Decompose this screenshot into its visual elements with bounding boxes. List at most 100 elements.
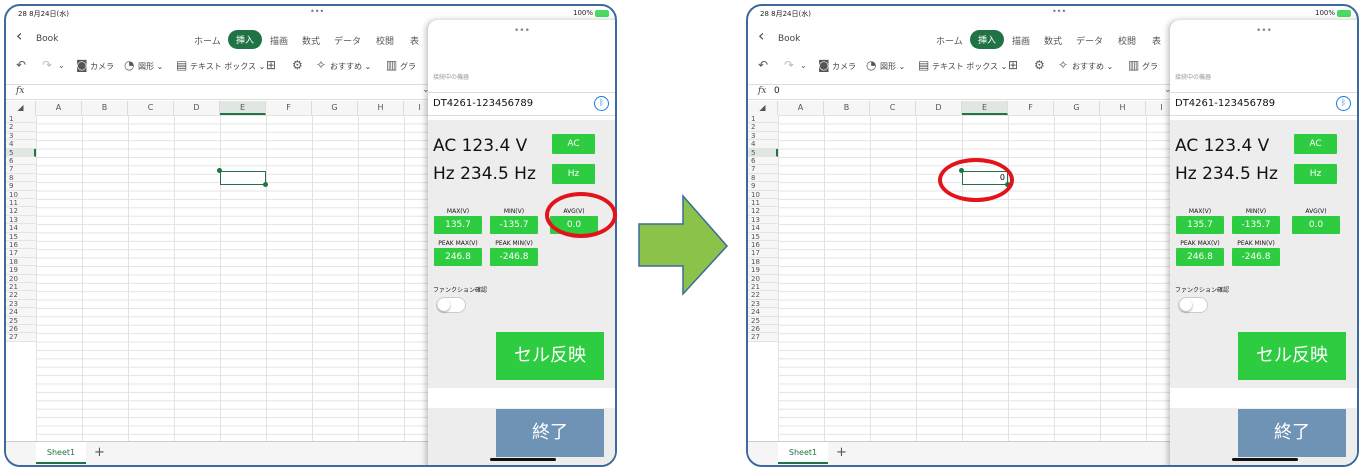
row-header[interactable]: 21 <box>6 283 36 292</box>
row-header[interactable]: 3 <box>6 131 36 141</box>
row-header[interactable]: 12 <box>6 207 36 216</box>
tab-review[interactable]: 校閲 <box>376 34 394 47</box>
textbox-button[interactable]: テキスト ボックス ⌄ <box>190 61 265 72</box>
row-header[interactable]: 9 <box>6 182 36 191</box>
column-header[interactable]: C <box>128 101 174 115</box>
textbox-button[interactable]: テキスト ボックス ⌄ <box>932 61 1007 72</box>
row-header[interactable]: 12 <box>748 207 778 216</box>
formula-value[interactable]: 0 <box>774 86 780 96</box>
row-header[interactable]: 19 <box>748 266 778 275</box>
row-header[interactable]: 6 <box>748 157 778 166</box>
peak-min-value[interactable]: -246.8 <box>490 248 538 266</box>
tab-insert[interactable]: 挿入 <box>228 30 263 49</box>
row-header[interactable]: 25 <box>6 316 36 325</box>
row-header[interactable]: 24 <box>748 308 778 317</box>
row-header[interactable]: 23 <box>748 299 778 309</box>
row-header[interactable]: 27 <box>6 333 36 342</box>
function-toggle[interactable] <box>436 297 466 313</box>
redo-icon[interactable]: ↷ <box>784 58 794 72</box>
panel-dots[interactable]: ••• <box>514 26 530 36</box>
shapes-button[interactable]: 図形 ⌄ <box>880 61 905 72</box>
row-header[interactable]: 22 <box>6 291 36 300</box>
row-header[interactable]: 19 <box>6 266 36 275</box>
column-header[interactable]: B <box>824 101 870 115</box>
tab-insert[interactable]: 挿入 <box>970 30 1005 49</box>
row-header[interactable]: 11 <box>6 199 36 208</box>
peak-min-value[interactable]: -246.8 <box>1232 248 1280 266</box>
min-value[interactable]: -135.7 <box>490 216 538 234</box>
column-header[interactable]: A <box>36 101 82 115</box>
back-chevron-icon[interactable]: ‹ <box>16 28 22 44</box>
row-header[interactable]: 7 <box>748 165 778 174</box>
row-header[interactable]: 27 <box>748 333 778 342</box>
selected-cell-e5[interactable] <box>220 171 266 185</box>
row-header[interactable]: 7 <box>6 165 36 174</box>
row-header[interactable]: 5 <box>748 148 778 157</box>
device-row[interactable]: DT4261-123456789 ᛒ <box>428 92 615 116</box>
tab-table[interactable]: 表 <box>1152 34 1161 47</box>
column-header[interactable]: G <box>312 101 358 115</box>
ac-button[interactable]: AC <box>1294 134 1337 154</box>
tab-data[interactable]: データ <box>1076 34 1103 47</box>
dropdown-chevron-icon[interactable]: ⌄ <box>58 61 65 70</box>
end-button[interactable]: 終了 <box>496 409 604 457</box>
column-header-selected[interactable]: E <box>220 101 266 115</box>
row-header[interactable]: 3 <box>748 131 778 141</box>
column-header[interactable]: F <box>1008 101 1054 115</box>
column-header[interactable]: G <box>1054 101 1100 115</box>
row-header[interactable]: 16 <box>6 241 36 250</box>
tab-home[interactable]: ホーム <box>194 34 221 47</box>
row-header[interactable]: 2 <box>748 123 778 132</box>
row-header[interactable]: 15 <box>748 232 778 241</box>
undo-icon[interactable]: ↶ <box>16 58 26 72</box>
tab-review[interactable]: 校閲 <box>1118 34 1136 47</box>
recommend-button[interactable]: おすすめ ⌄ <box>330 61 371 72</box>
tab-formulas[interactable]: 数式 <box>1044 34 1062 47</box>
column-header[interactable]: C <box>870 101 916 115</box>
selection-handle[interactable] <box>217 168 222 173</box>
row-header[interactable]: 10 <box>748 190 778 199</box>
camera-button[interactable]: カメラ <box>832 61 856 72</box>
row-header[interactable]: 5 <box>6 148 36 157</box>
row-header[interactable]: 11 <box>748 199 778 208</box>
row-header[interactable]: 18 <box>6 257 36 267</box>
recommend-button[interactable]: おすすめ ⌄ <box>1072 61 1113 72</box>
column-header[interactable]: B <box>82 101 128 115</box>
column-header[interactable]: D <box>916 101 962 115</box>
column-header[interactable]: D <box>174 101 220 115</box>
min-value[interactable]: -135.7 <box>1232 216 1280 234</box>
table-icon[interactable]: ⊞ <box>1008 58 1018 72</box>
dropdown-chevron-icon[interactable]: ⌄ <box>800 61 807 70</box>
row-header[interactable]: 1 <box>748 115 778 124</box>
row-header[interactable]: 23 <box>6 299 36 309</box>
addin-icon[interactable]: ⚙ <box>1034 58 1045 72</box>
column-header[interactable]: A <box>778 101 824 115</box>
multitask-dots[interactable]: ••• <box>310 7 324 16</box>
tab-draw[interactable]: 描画 <box>270 34 288 47</box>
row-header[interactable]: 26 <box>748 325 778 334</box>
selection-handle[interactable] <box>263 182 268 187</box>
undo-icon[interactable]: ↶ <box>758 58 768 72</box>
peak-max-value[interactable]: 246.8 <box>434 248 482 266</box>
addin-icon[interactable]: ⚙ <box>292 58 303 72</box>
column-header-selected[interactable]: E <box>962 101 1008 115</box>
cell-reflect-button[interactable]: セル反映 <box>496 332 604 380</box>
row-header[interactable]: 21 <box>748 283 778 292</box>
table-icon[interactable]: ⊞ <box>266 58 276 72</box>
bluetooth-icon[interactable]: ᛒ <box>1336 96 1351 111</box>
row-header[interactable]: 2 <box>6 123 36 132</box>
row-header[interactable]: 18 <box>748 257 778 267</box>
select-all-corner[interactable]: ◢ <box>6 101 36 115</box>
ac-button[interactable]: AC <box>552 134 595 154</box>
row-header[interactable]: 13 <box>6 215 36 225</box>
column-header[interactable]: F <box>266 101 312 115</box>
row-header[interactable]: 14 <box>748 224 778 233</box>
cell-reflect-button[interactable]: セル反映 <box>1238 332 1346 380</box>
chart-button[interactable]: グラ <box>400 61 416 72</box>
avg-value[interactable]: 0.0 <box>1292 216 1340 234</box>
panel-dots[interactable]: ••• <box>1256 26 1272 36</box>
hz-button[interactable]: Hz <box>1294 164 1337 184</box>
sheet-tab[interactable]: Sheet1 <box>778 442 828 464</box>
row-header[interactable]: 26 <box>6 325 36 334</box>
row-header[interactable]: 8 <box>748 173 778 183</box>
